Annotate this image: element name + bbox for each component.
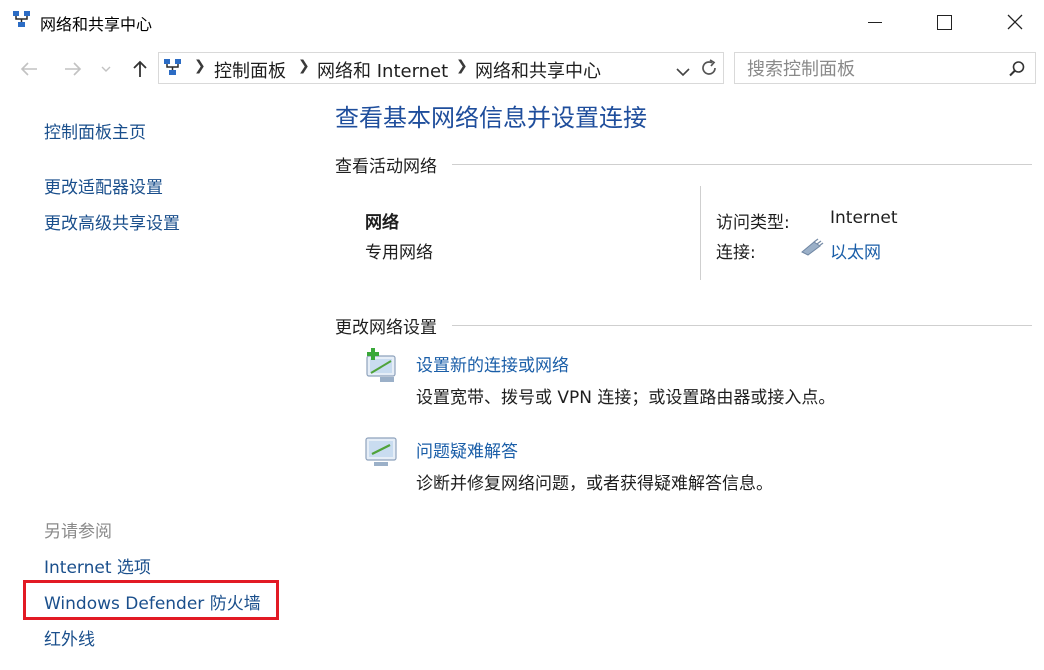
breadcrumb-control-panel[interactable]: 控制面板: [214, 57, 286, 83]
troubleshoot-icon: [362, 432, 402, 476]
forward-button[interactable]: [60, 56, 86, 82]
breadcrumb-separator-icon[interactable]: ❯: [194, 58, 206, 74]
breadcrumb-network-internet[interactable]: 网络和 Internet: [317, 57, 448, 83]
infrared-link[interactable]: 红外线: [44, 625, 95, 650]
sidebar-adapter-settings-link[interactable]: 更改适配器设置: [44, 173, 163, 198]
up-button[interactable]: [127, 56, 153, 82]
network-name: 网络: [365, 213, 399, 233]
change-settings-heading: 更改网络设置: [335, 318, 437, 338]
search-box[interactable]: [734, 52, 1036, 84]
close-icon: [1007, 14, 1023, 30]
connection-label: 连接:: [716, 243, 756, 263]
window-title: 网络和共享中心: [40, 15, 153, 34]
back-button[interactable]: [16, 56, 42, 82]
close-button[interactable]: [992, 0, 1038, 44]
search-icon[interactable]: [1008, 60, 1026, 78]
minimize-button[interactable]: [852, 0, 898, 44]
setup-connection-link[interactable]: 设置新的连接或网络: [416, 351, 569, 376]
sidebar-home-link[interactable]: 控制面板主页: [44, 118, 146, 143]
breadcrumb-separator-icon[interactable]: ❯: [298, 58, 310, 74]
new-connection-icon: [362, 346, 402, 390]
access-type-value: Internet: [830, 208, 898, 228]
see-also-heading: 另请参阅: [44, 522, 112, 542]
sidebar-advanced-sharing-link[interactable]: 更改高级共享设置: [44, 209, 180, 234]
maximize-icon: [936, 14, 952, 30]
breadcrumb-separator-icon[interactable]: ❯: [456, 58, 468, 74]
ethernet-connection-link[interactable]: 以太网: [830, 238, 881, 263]
arrow-up-icon: [133, 60, 147, 77]
troubleshoot-link[interactable]: 问题疑难解答: [416, 437, 518, 462]
search-input[interactable]: [745, 57, 999, 81]
section-divider: [452, 325, 1032, 326]
internet-options-link[interactable]: Internet 选项: [44, 553, 151, 578]
maximize-button[interactable]: [921, 0, 967, 44]
arrow-left-icon: [20, 62, 37, 76]
network-category: 专用网络: [365, 243, 433, 263]
setup-connection-description: 设置宽带、拨号或 VPN 连接；或设置路由器或接入点。: [416, 388, 836, 408]
recent-locations-button[interactable]: [96, 56, 116, 82]
ethernet-icon: [800, 238, 824, 260]
troubleshoot-description: 诊断并修复网络问题，或者获得疑难解答信息。: [416, 474, 773, 494]
chevron-down-icon: [676, 68, 690, 77]
title-bar: 网络和共享中心: [0, 0, 1044, 44]
windows-defender-firewall-link[interactable]: Windows Defender 防火墙: [44, 589, 261, 614]
network-divider: [700, 186, 701, 280]
breadcrumb-network-sharing-center[interactable]: 网络和共享中心: [475, 57, 601, 83]
arrow-right-icon: [65, 62, 82, 76]
minimize-icon: [868, 21, 882, 23]
refresh-icon: [702, 59, 716, 75]
active-networks-heading: 查看活动网络: [335, 157, 437, 177]
address-history-button[interactable]: [676, 62, 690, 81]
network-icon: [11, 9, 33, 31]
access-type-label: 访问类型:: [716, 213, 790, 233]
address-network-icon: [162, 57, 184, 79]
page-title: 查看基本网络信息并设置连接: [335, 104, 647, 132]
chevron-down-icon: [101, 66, 111, 72]
section-divider: [452, 164, 1032, 165]
refresh-button[interactable]: [699, 58, 719, 82]
